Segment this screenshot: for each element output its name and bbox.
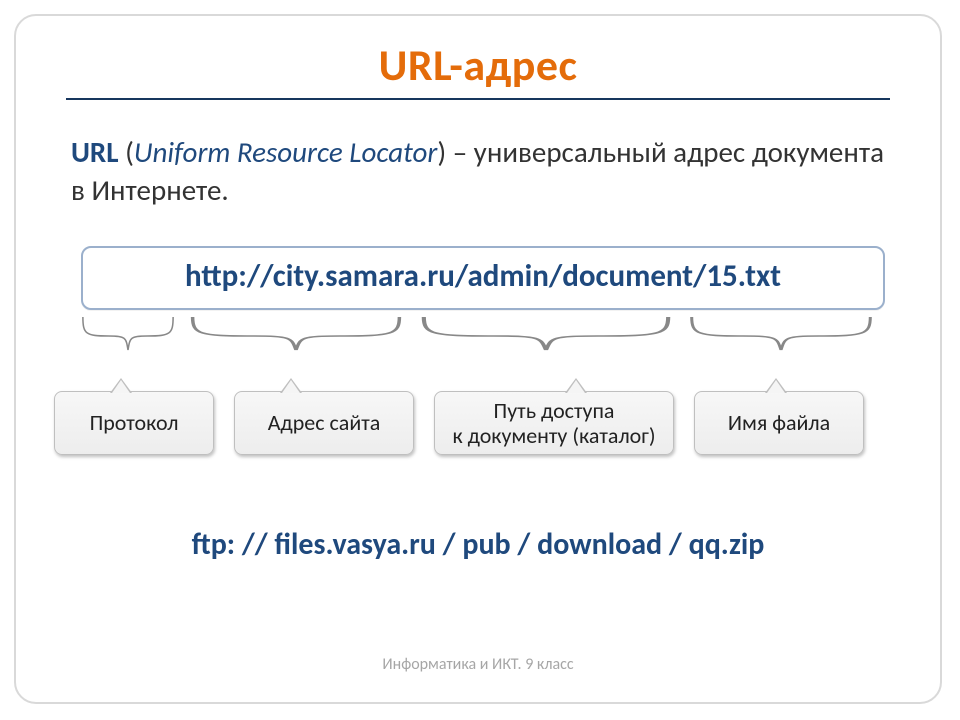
intro-paragraph: URL (Uniform Resource Locator) – универс… (71, 134, 891, 209)
callout-file: Имя файла (694, 391, 864, 455)
title-underline (66, 98, 890, 100)
callout-path-pointer (565, 378, 587, 393)
callout-protocol-pointer (110, 378, 132, 393)
callout-file-pointer (765, 378, 787, 393)
footer-text: Информатика и ИКТ. 9 класс (16, 655, 940, 674)
term-url: URL (71, 134, 119, 170)
url-example-box: http://city.samara.ru/admin/document/15.… (81, 246, 885, 310)
brace-site (186, 314, 406, 364)
term-expansion: Uniform Resource Locator (134, 134, 437, 170)
callout-site: Адрес сайта (234, 391, 414, 455)
brace-path (416, 314, 676, 364)
callout-protocol-label: Протокол (90, 410, 179, 435)
brace-protocol (80, 314, 176, 364)
paren-close: ) (437, 134, 452, 170)
callout-protocol: Протокол (54, 391, 214, 455)
ftp-example: ftp: // files.vasya.ru / pub / download … (16, 526, 940, 563)
slide-frame: URL-адрес URL (Uniform Resource Locator)… (14, 14, 942, 704)
callout-file-label: Имя файла (728, 410, 830, 435)
callout-path-label: Путь доступа к документу (каталог) (452, 398, 655, 449)
page-title: URL-адрес (16, 38, 940, 92)
callout-path: Путь доступа к документу (каталог) (434, 391, 674, 455)
callout-site-pointer (280, 378, 302, 393)
paren-open: ( (119, 134, 134, 170)
brace-file (686, 314, 876, 364)
callout-site-label: Адрес сайта (268, 410, 381, 435)
